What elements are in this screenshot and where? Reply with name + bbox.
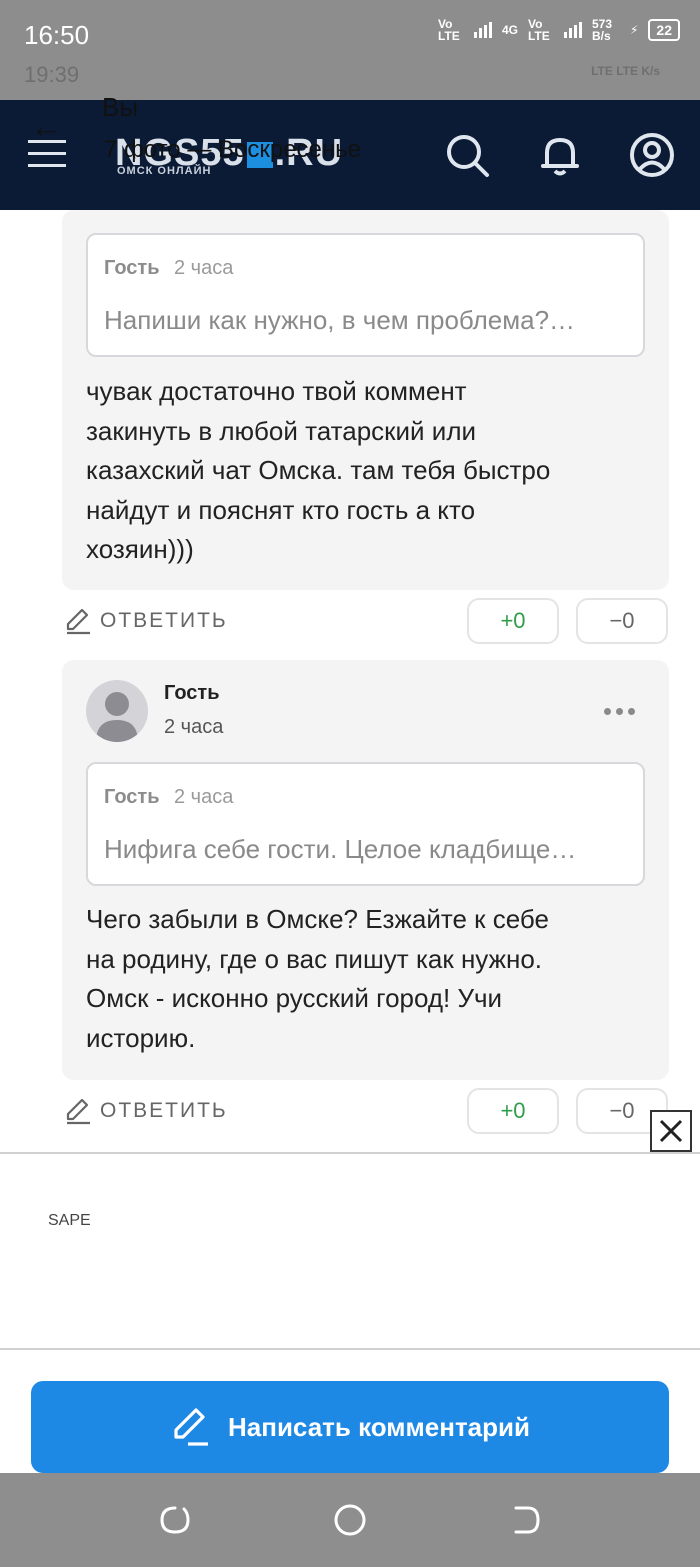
more-options-icon[interactable] — [604, 708, 635, 715]
comment-line: найдут и пояснят кто гость а кто — [86, 494, 476, 525]
volte-indicator: Vo LTE — [437, 17, 460, 43]
reply-button[interactable]: ОТВЕТИТЬ — [64, 607, 228, 635]
back-icon[interactable] — [508, 1503, 542, 1537]
quote-author: Гость — [104, 786, 160, 808]
system-nav-bar — [0, 1473, 700, 1567]
close-icon[interactable] — [650, 1110, 692, 1152]
quoted-comment[interactable]: Гость 2 часа Напиши как нужно, в чем про… — [86, 233, 645, 357]
pencil-icon — [174, 1408, 208, 1446]
upvote-button[interactable]: +0 — [467, 598, 559, 644]
comment-line: историю. — [86, 1022, 196, 1053]
comment-author[interactable]: Гость — [164, 682, 220, 705]
status-icons: Vo LTE 4G Vo LTE 573 B/s ⚡ 22 — [438, 18, 680, 42]
network-speed: 573 B/s — [591, 17, 613, 43]
pencil-icon — [66, 1098, 90, 1125]
comment-text: Чего забыли в Омске? Езжайте к себе на р… — [86, 900, 646, 1058]
status-bar: 19:39 LTE LTE K/s 16:50 Vo LTE 4G Vo LTE… — [0, 0, 700, 100]
user-silhouette-icon — [96, 692, 138, 742]
comment-line: Чего забыли в Омске? Езжайте к себе — [86, 904, 549, 934]
recents-icon[interactable] — [158, 1503, 192, 1537]
ghost-time: 19:39 — [24, 62, 80, 87]
ghost-status-right: LTE LTE K/s — [591, 64, 660, 78]
pencil-icon — [66, 608, 90, 635]
overlay-subtitle: 7 фото — Воскресенье — [104, 136, 361, 163]
signal-icon-2 — [563, 22, 582, 38]
reply-label: ОТВЕТИТЬ — [100, 1099, 228, 1122]
avatar[interactable] — [86, 680, 148, 742]
comment-line: казахский чат Омска. там тебя быстро — [86, 455, 551, 485]
ad-banner[interactable]: SAPE — [0, 1152, 700, 1350]
quote-author: Гость — [104, 257, 160, 279]
account-icon[interactable] — [629, 132, 675, 178]
comment-line: на родину, где о вас пишут как нужно. — [86, 943, 543, 974]
battery-level: 22 — [648, 19, 680, 41]
network-type: 4G — [501, 23, 518, 37]
signal-icon — [473, 22, 492, 38]
comment-line: закинуть в любой татарский или — [86, 415, 477, 446]
comment-time: 2 часа — [164, 716, 224, 738]
ad-label: SAPE — [48, 1212, 91, 1229]
search-icon[interactable] — [444, 132, 490, 178]
quote-time: 2 часа — [174, 257, 234, 279]
overlay-title: Вы — [102, 92, 139, 122]
comment-text: чувак достаточно твой коммент закинуть в… — [86, 372, 646, 570]
logo-subtitle: ОМСК ОНЛАЙН — [117, 165, 212, 177]
quote-text: Напиши как нужно, в чем проблема?… — [104, 305, 576, 335]
home-icon[interactable] — [333, 1503, 367, 1537]
clock: 16:50 — [24, 20, 90, 50]
comment-line: хозяин))) — [86, 534, 194, 564]
upvote-button[interactable]: +0 — [467, 1088, 559, 1134]
comment-line: чувак достаточно твой коммент — [86, 376, 467, 406]
comment-line: Омск - исконно русский город! Учи — [86, 983, 503, 1013]
volte-indicator-2: Vo LTE — [527, 17, 550, 43]
bell-icon[interactable] — [537, 132, 583, 178]
quote-text: Нифига себе гости. Целое кладбище… — [104, 834, 577, 864]
write-comment-button[interactable]: Написать комментарий — [31, 1381, 669, 1473]
quoted-comment[interactable]: Гость 2 часа Нифига себе гости. Целое кл… — [86, 762, 645, 886]
back-arrow-icon[interactable]: ← — [30, 108, 62, 145]
reply-button[interactable]: ОТВЕТИТЬ — [64, 1097, 228, 1125]
write-comment-label: Написать комментарий — [228, 1411, 530, 1442]
downvote-button[interactable]: −0 — [576, 598, 668, 644]
quote-time: 2 часа — [174, 786, 234, 808]
charging-icon: ⚡ — [629, 23, 639, 37]
reply-label: ОТВЕТИТЬ — [100, 609, 228, 632]
